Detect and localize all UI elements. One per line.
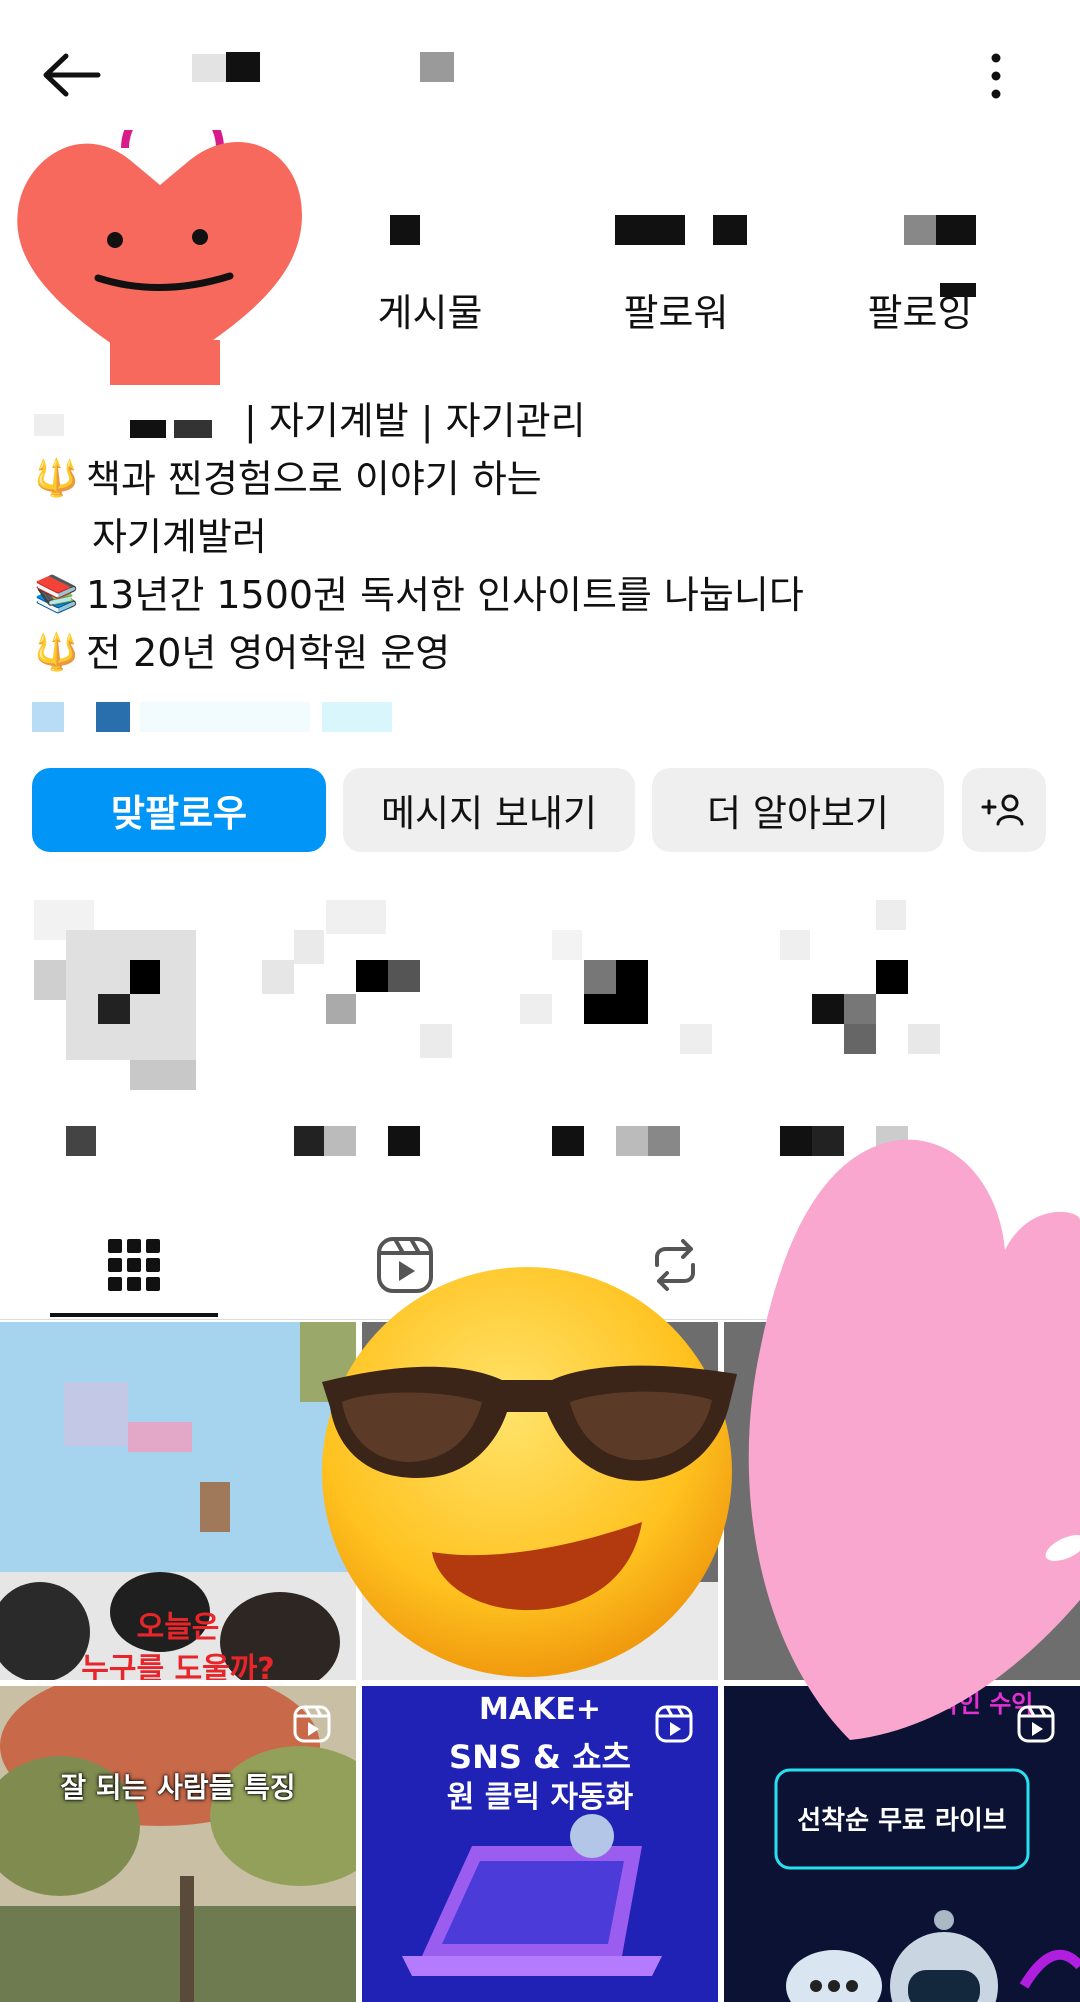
pink-heart-sticker bbox=[740, 1130, 1080, 1740]
active-tab-indicator bbox=[50, 1313, 218, 1317]
post-1-caption-a: 오늘은 bbox=[136, 1610, 220, 1645]
heart-face-sticker bbox=[17, 96, 302, 385]
highlight-1[interactable] bbox=[34, 900, 196, 1156]
grid-icon bbox=[108, 1239, 160, 1291]
bio-line-5: 🔱 전 20년 영어학원 운영 bbox=[34, 624, 1034, 682]
bio-line-3-text: 자기계발러 bbox=[92, 515, 267, 559]
tab-posts-grid[interactable] bbox=[50, 1210, 218, 1320]
back-button[interactable] bbox=[36, 44, 108, 106]
highlight-3[interactable] bbox=[520, 930, 712, 1156]
suggest-people-button[interactable] bbox=[962, 768, 1046, 852]
bio-line-1: | 자기계발 | 자기관리 bbox=[34, 392, 1034, 450]
bio-name-censored bbox=[34, 406, 244, 438]
story-highlights bbox=[0, 890, 1080, 1170]
trident-icon: 🔱 bbox=[34, 458, 79, 499]
bio: | 자기계발 | 자기관리 🔱 책과 찐경험으로 이야기 하는 자기계발러 📚 … bbox=[34, 392, 1034, 682]
bio-line-1-text: | 자기계발 | 자기관리 bbox=[244, 399, 586, 443]
bio-line-5-text: 전 20년 영어학원 운영 bbox=[86, 631, 451, 675]
sunglasses-emoji-sticker bbox=[312, 1262, 742, 1682]
add-person-icon bbox=[981, 794, 1024, 826]
highlight-4[interactable] bbox=[780, 900, 940, 1156]
books-icon: 📚 bbox=[34, 574, 79, 615]
more-vertical-icon bbox=[991, 53, 1001, 99]
post-thumbnail-4[interactable]: 잘 되는 사람들 특징 bbox=[0, 1686, 356, 2002]
post-thumbnail-1[interactable]: 오늘은 누구를 도울까? bbox=[0, 1322, 356, 1680]
bio-line-4-text: 13년간 1500권 독서한 인사이트를 나눕니다 bbox=[86, 573, 804, 617]
follow-back-button[interactable]: 맞팔로우 bbox=[32, 768, 326, 852]
avatar[interactable] bbox=[10, 96, 310, 385]
post-5-caption-c: 원 클릭 자동화 bbox=[446, 1780, 634, 1815]
posts-stat-label[interactable]: 게시물 bbox=[330, 282, 530, 337]
following-stat-label[interactable]: 팔로잉 bbox=[820, 282, 1020, 337]
post-6-caption-b: 선착순 무료 라이브 bbox=[797, 1806, 1007, 1836]
arrow-left-icon bbox=[43, 53, 101, 97]
more-options-button[interactable] bbox=[972, 44, 1020, 106]
followers-stat-label[interactable]: 팔로워 bbox=[576, 282, 776, 337]
trident-icon: 🔱 bbox=[34, 632, 79, 673]
post-1-caption-b: 누구를 도울까? bbox=[81, 1652, 275, 1680]
bio-line-4: 📚 13년간 1500권 독서한 인사이트를 나눕니다 bbox=[34, 566, 1034, 624]
reel-badge-icon bbox=[293, 1705, 331, 1743]
bio-line-3: 자기계발러 bbox=[34, 508, 1034, 566]
bio-line-2-text: 책과 찐경험으로 이야기 하는 bbox=[86, 457, 542, 501]
post-4-caption: 잘 되는 사람들 특징 bbox=[60, 1771, 296, 1804]
learn-more-button[interactable]: 더 알아보기 bbox=[652, 768, 944, 852]
reel-badge-icon bbox=[655, 1705, 693, 1743]
message-button[interactable]: 메시지 보내기 bbox=[343, 768, 635, 852]
highlight-2[interactable] bbox=[262, 900, 452, 1156]
post-thumbnail-5[interactable]: MAKE+ SNS & 쇼츠 원 클릭 자동화 bbox=[362, 1686, 718, 2002]
top-bar bbox=[0, 0, 1080, 150]
bio-line-2: 🔱 책과 찐경험으로 이야기 하는 bbox=[34, 450, 1034, 508]
